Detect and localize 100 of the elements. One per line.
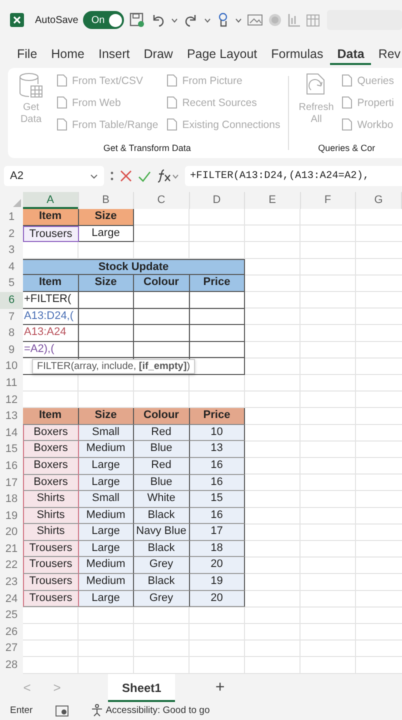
column-header[interactable]: D	[190, 192, 245, 209]
row-header[interactable]: 1	[0, 209, 23, 226]
header-cell: Size	[78, 408, 134, 425]
ribbon-tab[interactable]: Draw	[136, 43, 180, 65]
macro-record-icon[interactable]	[54, 704, 69, 717]
table-cell: 13	[190, 441, 245, 458]
row-header[interactable]: 3	[0, 242, 23, 259]
column-header[interactable]: C	[134, 192, 190, 209]
autosave-label: AutoSave	[35, 14, 78, 26]
save-icon[interactable]	[128, 12, 145, 28]
name-box[interactable]: A2	[4, 166, 104, 186]
table-cell: Large	[78, 590, 134, 608]
accessibility-icon[interactable]	[90, 704, 104, 718]
accessibility-status[interactable]: Accessibility: Good to go	[106, 705, 210, 716]
row-header[interactable]: 19	[0, 508, 23, 524]
row-header[interactable]: 16	[0, 458, 23, 474]
table-cell: Boxers	[23, 458, 78, 474]
formula-input[interactable]: +FILTER(A13:D24,(A13:A24=A2),	[185, 166, 402, 186]
document-icon	[341, 74, 354, 87]
table-cell: Medium	[78, 441, 134, 458]
row-header[interactable]: 8	[0, 325, 23, 342]
caret-icon[interactable]	[170, 18, 178, 22]
ribbon-group-title: Get & Transform Data	[102, 142, 192, 155]
document-icon	[56, 96, 68, 109]
table-cell: Large	[78, 524, 134, 541]
row-header[interactable]: 27	[0, 640, 23, 658]
ribbon-tab[interactable]: Home	[44, 43, 92, 65]
row-header[interactable]: 2	[0, 226, 23, 242]
empty-table-cell	[134, 325, 190, 342]
table-cell: Red	[134, 458, 190, 474]
document-icon	[166, 118, 178, 131]
function-icon[interactable]	[157, 169, 179, 183]
autosave-toggle[interactable]: On	[83, 11, 124, 29]
row-header[interactable]: 15	[0, 441, 23, 458]
add-sheet-button[interactable]: +	[209, 674, 231, 702]
row-header[interactable]: 12	[0, 392, 23, 408]
formula-cell: A13:D24,(	[23, 308, 78, 326]
formula-cell: +FILTER(	[23, 292, 78, 309]
previous-sheet-button[interactable]: <	[14, 674, 40, 702]
status-mode: Enter	[10, 705, 33, 716]
column-header[interactable]: A	[23, 192, 78, 209]
row-header[interactable]: 17	[0, 474, 23, 492]
column-header[interactable]: G	[356, 192, 402, 209]
ribbon-tab[interactable]: Rev	[371, 43, 402, 65]
row-header[interactable]: 10	[0, 358, 23, 375]
checkmark-icon[interactable]	[138, 170, 151, 182]
header-cell: Item	[23, 275, 78, 292]
table-cell: Small	[78, 491, 134, 508]
ribbon-group-title: Queries & Cor	[317, 142, 376, 155]
table-cell: Trousers	[23, 574, 78, 591]
row-header[interactable]: 24	[0, 590, 23, 608]
row-header[interactable]: 14	[0, 424, 23, 442]
row-header[interactable]: 22	[0, 557, 23, 574]
table-cell: Trousers	[23, 557, 78, 574]
table-cell: 20	[190, 590, 245, 608]
row-header[interactable]: 26	[0, 624, 23, 640]
row-header[interactable]: 18	[0, 491, 23, 508]
document-icon	[341, 118, 354, 131]
row-header[interactable]: 20	[0, 524, 23, 541]
row-header[interactable]: 13	[0, 408, 23, 425]
more-options-icon[interactable]	[110, 170, 114, 182]
table-cell: Shirts	[23, 524, 78, 541]
formula-cell: =A2),(	[23, 342, 78, 358]
row-header[interactable]: 28	[0, 657, 23, 674]
ribbon-tab[interactable]: Formulas	[264, 43, 330, 65]
ribbon-tab[interactable]: File	[10, 43, 44, 65]
empty-table-cell	[190, 308, 245, 326]
empty-table-cell	[190, 325, 245, 342]
row-header[interactable]: 7	[0, 308, 23, 326]
ribbon-tab[interactable]: Page Layout	[180, 43, 264, 65]
table-cell: White	[134, 491, 190, 508]
empty-table-cell	[78, 292, 134, 309]
row-header[interactable]: 5	[0, 275, 23, 292]
table-cell: Shirts	[23, 508, 78, 524]
table-cell: Red	[134, 424, 190, 442]
empty-table-cell	[190, 292, 245, 309]
row-header[interactable]: 4	[0, 258, 23, 276]
row-header[interactable]: 11	[0, 374, 23, 392]
caret-icon[interactable]	[204, 18, 211, 22]
next-sheet-button[interactable]: >	[44, 674, 70, 702]
sheet-tab[interactable]: Sheet1	[108, 674, 176, 702]
row-header[interactable]: 6	[0, 292, 23, 309]
empty-table-cell	[134, 308, 190, 326]
table-cell: Grey	[134, 557, 190, 574]
image-icon[interactable]	[246, 13, 263, 27]
row-header[interactable]: 25	[0, 607, 23, 624]
table-cell: Large	[78, 474, 134, 492]
column-header[interactable]: F	[300, 192, 356, 209]
row-header[interactable]: 23	[0, 574, 23, 591]
table-cell: 15	[190, 491, 245, 508]
table-cell: 19	[190, 574, 245, 591]
ribbon-tab[interactable]: Data	[330, 43, 372, 65]
column-header[interactable]: B	[78, 192, 134, 209]
column-header[interactable]: E	[245, 192, 300, 209]
ribbon-tab[interactable]: Insert	[92, 43, 137, 65]
row-header[interactable]: 21	[0, 540, 23, 558]
close-icon[interactable]	[120, 170, 132, 182]
row-header[interactable]: 9	[0, 342, 23, 358]
table-cell: 17	[190, 524, 245, 541]
caret-icon[interactable]	[234, 18, 242, 22]
